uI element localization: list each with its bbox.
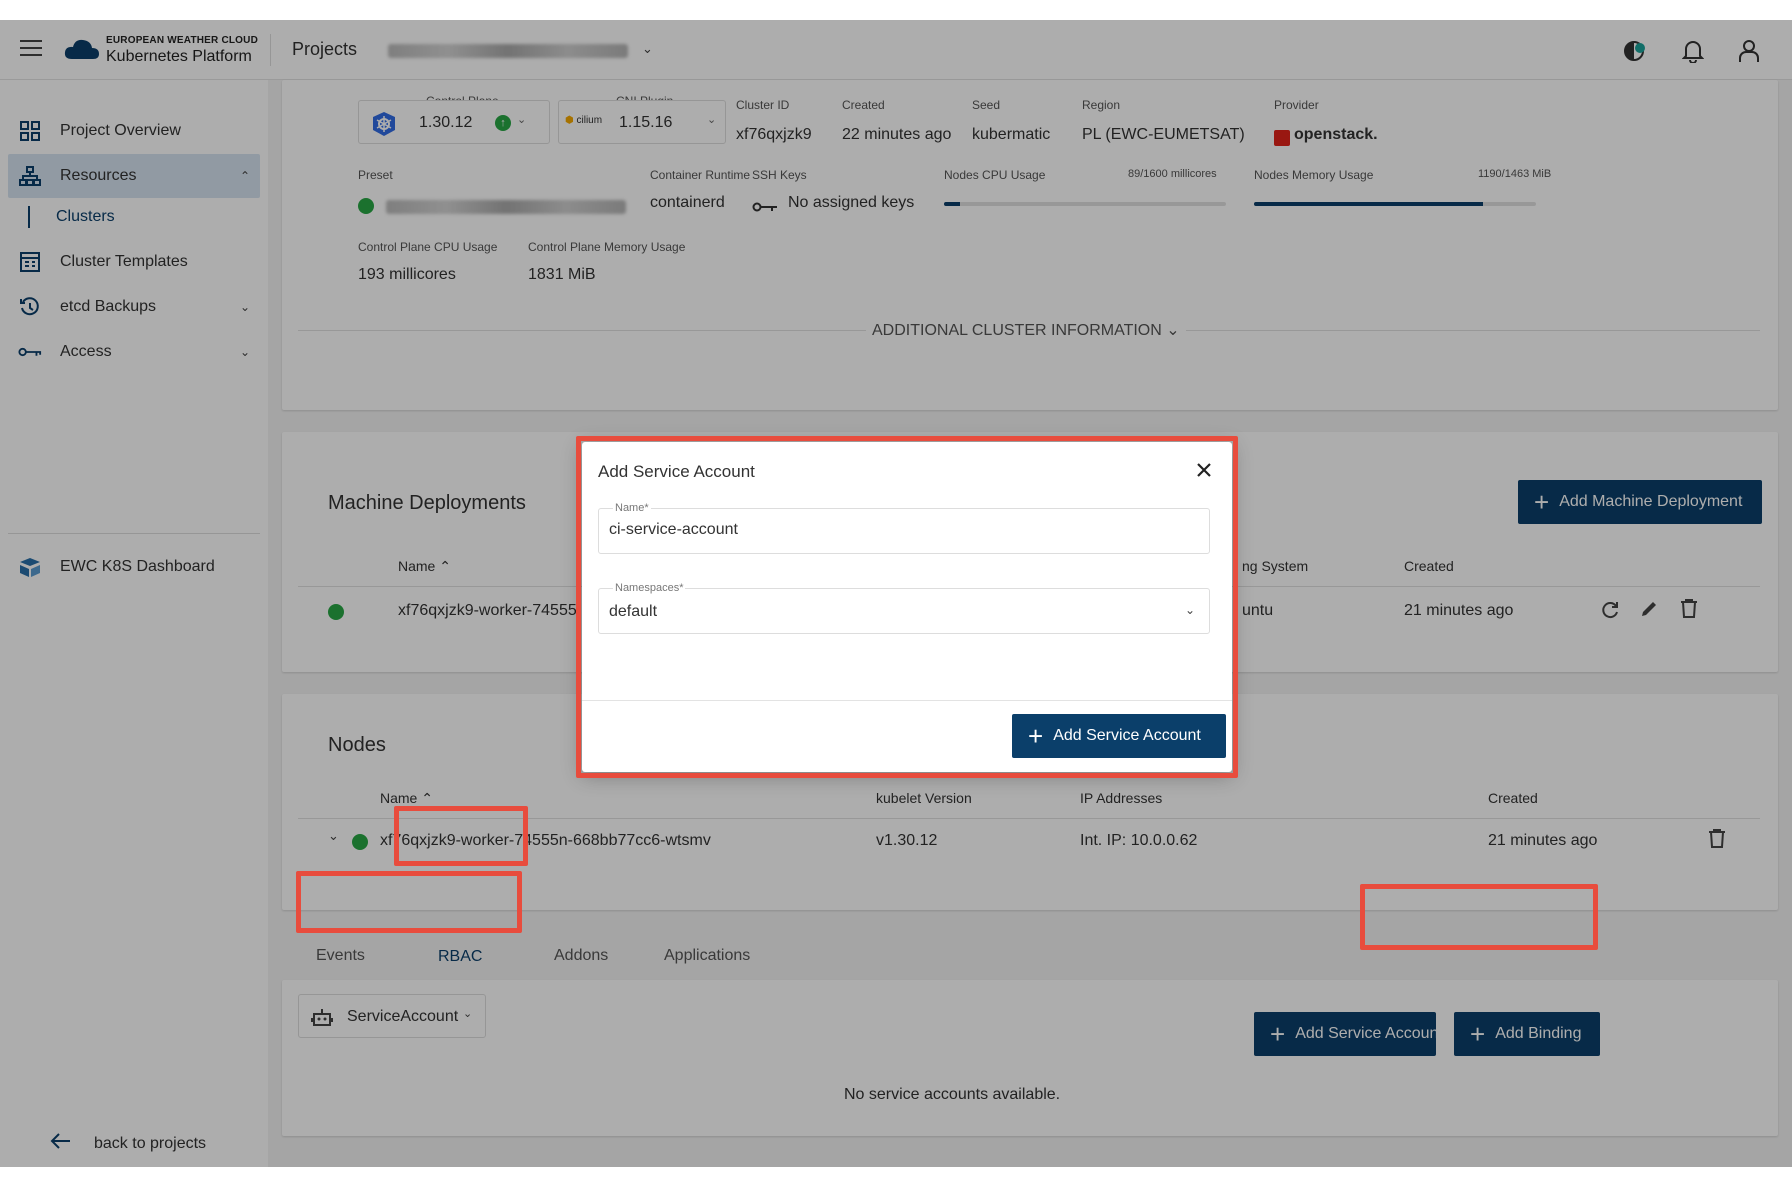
dialog-submit-label: Add Service Account — [1053, 727, 1201, 744]
add-service-account-dialog: Add Service Account Name* Namespaces* de… — [582, 442, 1232, 772]
close-icon[interactable] — [1190, 456, 1218, 484]
namespace-select[interactable]: Namespaces* default ⌄ — [598, 582, 1210, 634]
dialog-footer-divider — [582, 700, 1232, 701]
dialog-title: Add Service Account — [598, 462, 755, 481]
plus-icon: + — [1028, 721, 1044, 751]
chevron-down-icon: ⌄ — [1184, 603, 1195, 617]
app-root: EUROPEAN WEATHER CLOUD Kubernetes Platfo… — [0, 20, 1792, 1167]
namespace-field-label: Namespaces* — [613, 582, 686, 594]
name-field[interactable]: Name* — [598, 502, 1210, 554]
name-input[interactable] — [609, 521, 1169, 539]
namespace-value: default — [609, 603, 658, 620]
dialog-submit-button[interactable]: + Add Service Account — [1012, 714, 1226, 758]
name-field-label: Name* — [613, 502, 651, 514]
